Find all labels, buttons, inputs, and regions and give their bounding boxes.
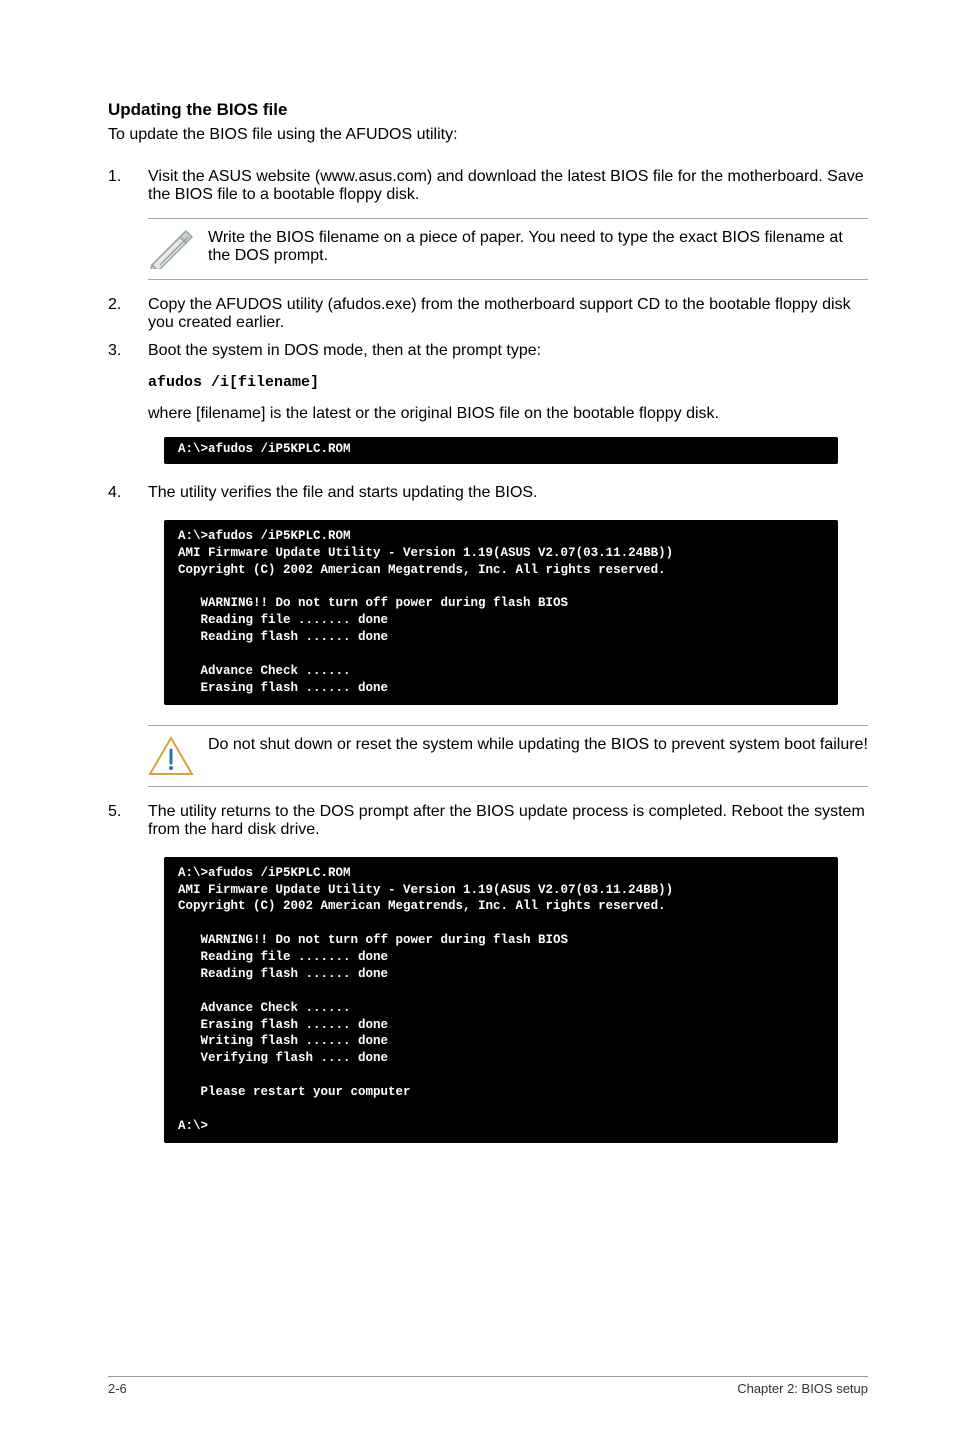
terminal-output: A:\>afudos /iP5KPLC.ROM AMI Firmware Upd… — [164, 520, 838, 705]
page-number: 2-6 — [108, 1381, 127, 1396]
pencil-icon — [148, 229, 194, 269]
terminal-output: A:\>afudos /iP5KPLC.ROM — [164, 437, 838, 464]
intro-text: To update the BIOS file using the AFUDOS… — [108, 126, 868, 144]
command-text: afudos /i[filename] — [148, 374, 868, 391]
page-footer: 2-6 Chapter 2: BIOS setup — [108, 1376, 868, 1396]
step-number: 1. — [108, 168, 148, 204]
terminal-output: A:\>afudos /iP5KPLC.ROM AMI Firmware Upd… — [164, 857, 838, 1143]
chapter-label: Chapter 2: BIOS setup — [737, 1381, 868, 1396]
step-text: Copy the AFUDOS utility (afudos.exe) fro… — [148, 296, 868, 332]
step-number: 2. — [108, 296, 148, 332]
section-heading: Updating the BIOS file — [108, 100, 868, 120]
step-text: Visit the ASUS website (www.asus.com) an… — [148, 168, 868, 204]
step-number: 3. — [108, 342, 148, 360]
note-text: Write the BIOS filename on a piece of pa… — [208, 229, 868, 265]
warning-icon — [148, 736, 194, 776]
step-text: The utility verifies the file and starts… — [148, 484, 868, 502]
warning-text: Do not shut down or reset the system whi… — [208, 736, 868, 754]
step-number: 5. — [108, 803, 148, 839]
step-text: The utility returns to the DOS prompt af… — [148, 803, 868, 839]
step-text: Boot the system in DOS mode, then at the… — [148, 342, 868, 360]
where-line: where [filename] is the latest or the or… — [148, 405, 868, 423]
step-number: 4. — [108, 484, 148, 502]
